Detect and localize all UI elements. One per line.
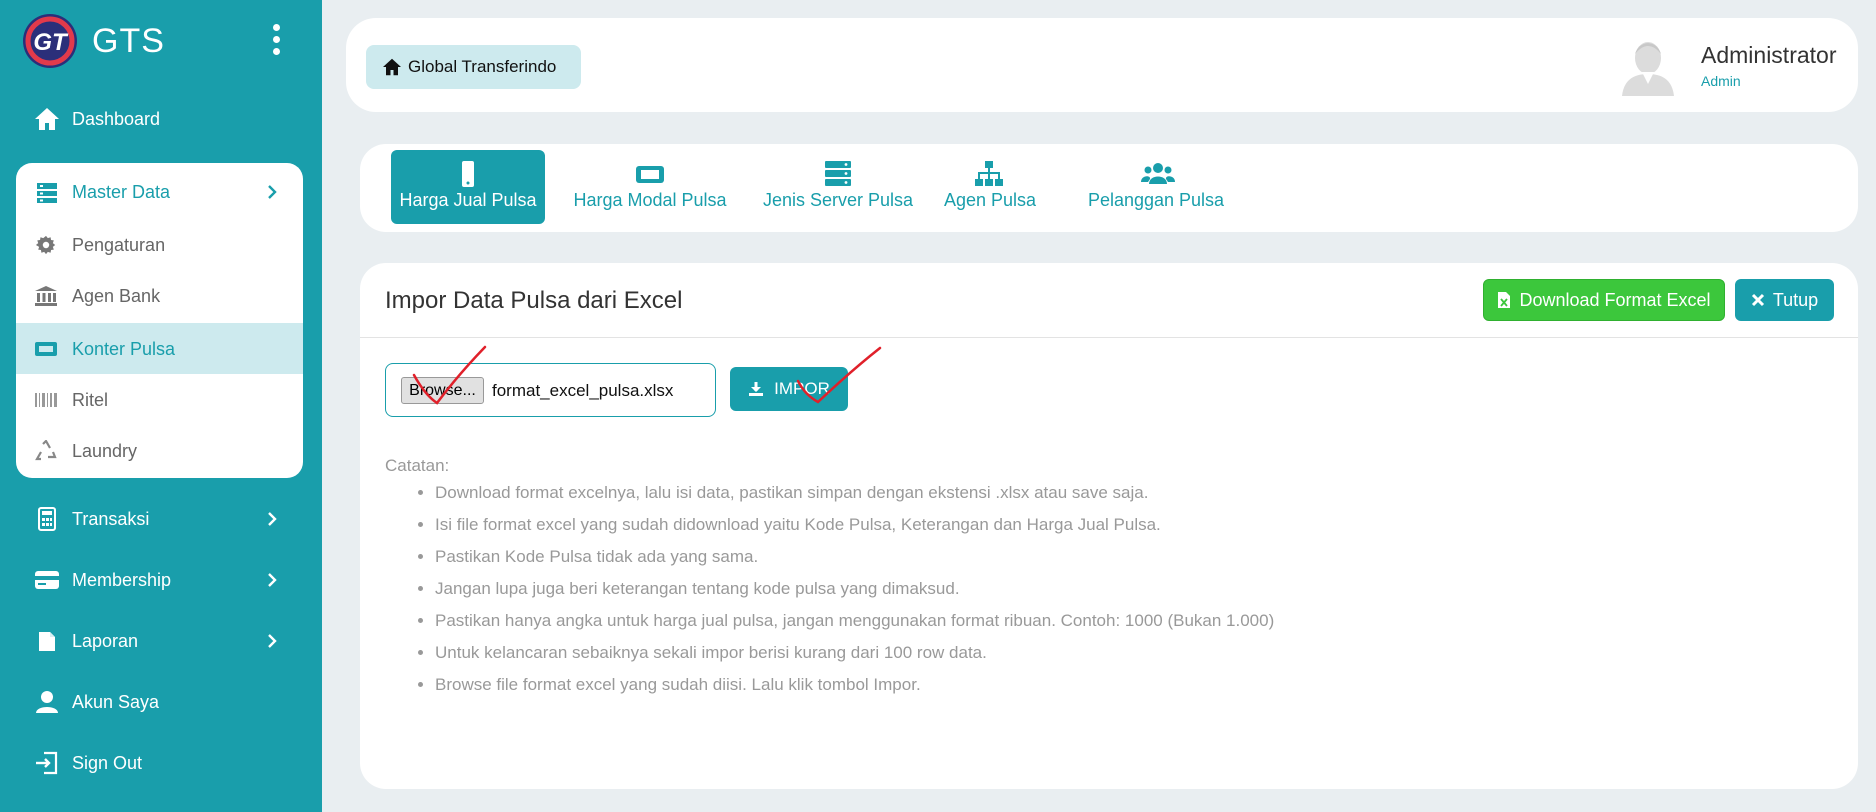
tab-label: Agen Pulsa — [944, 190, 1037, 210]
chevron-right-icon — [262, 570, 282, 590]
mobile-icon — [453, 160, 483, 188]
sidebar-item-laporan[interactable]: Laporan — [16, 616, 302, 666]
close-icon — [1751, 293, 1765, 307]
panel-title: Impor Data Pulsa dari Excel — [385, 287, 683, 314]
sign-out-icon — [34, 751, 60, 775]
book-icon — [34, 629, 60, 653]
file-excel-icon — [1497, 291, 1511, 309]
sidebar-item-label: Ritel — [72, 390, 109, 410]
list-item: Pastikan Kode Pulsa tidak ada yang sama. — [435, 541, 1274, 573]
sidebar-item-transaksi[interactable]: Transaksi — [16, 494, 302, 544]
recycle-icon — [34, 440, 58, 462]
chevron-right-icon — [262, 631, 282, 651]
sitemap-icon — [974, 160, 1004, 188]
sidebar-item-konter-pulsa[interactable]: Konter Pulsa — [16, 323, 303, 374]
sidebar-item-dashboard[interactable]: Dashboard — [16, 94, 302, 144]
ticket-icon — [635, 160, 665, 188]
chevron-right-icon — [262, 182, 282, 202]
import-panel: Impor Data Pulsa dari Excel Download For… — [360, 263, 1858, 789]
server-icon — [823, 160, 853, 188]
file-input[interactable]: Browse... format_excel_pulsa.xlsx — [385, 363, 716, 417]
sidebar-item-agen-bank[interactable]: Agen Bank — [16, 270, 303, 321]
list-item: Download format excelnya, lalu isi data,… — [435, 477, 1274, 509]
ticket-icon — [34, 338, 58, 360]
tab-pelanggan-pulsa[interactable]: Pelanggan Pulsa — [1086, 150, 1226, 224]
notes-title: Catatan: — [385, 456, 450, 475]
sidebar-item-laundry[interactable]: Laundry — [16, 425, 303, 476]
sidebar-item-label: Agen Bank — [72, 286, 161, 306]
gear-icon — [34, 234, 58, 256]
close-label: Tutup — [1772, 289, 1819, 310]
notes-list: Download format excelnya, lalu isi data,… — [385, 477, 1274, 701]
sidebar-item-label: Konter Pulsa — [72, 339, 176, 359]
tab-agen-pulsa[interactable]: Agen Pulsa — [944, 150, 1037, 224]
sidebar-item-label: Laundry — [72, 441, 138, 461]
breadcrumb[interactable]: Global Transferindo — [366, 45, 581, 89]
tab-label: Jenis Server Pulsa — [762, 190, 914, 210]
sidebar-item-pengaturan[interactable]: Pengaturan — [16, 219, 303, 270]
credit-card-icon — [34, 568, 60, 592]
sidebar-item-master-data[interactable]: Master Data — [16, 163, 303, 219]
browse-button[interactable]: Browse... — [401, 377, 484, 404]
selected-file-name: format_excel_pulsa.xlsx — [492, 381, 674, 400]
chevron-right-icon — [262, 509, 282, 529]
user-name: Administrator — [1701, 42, 1837, 68]
sidebar-item-label: Akun Saya — [72, 692, 160, 712]
sidebar-item-label: Transaksi — [72, 509, 150, 529]
close-button[interactable]: Tutup — [1735, 279, 1834, 321]
top-header: Global Transferindo Administrator Admin — [346, 18, 1858, 112]
user-role: Admin — [1701, 73, 1741, 89]
sidebar-item-label: Dashboard — [72, 109, 161, 129]
tab-label: Pelanggan Pulsa — [1087, 190, 1225, 210]
sidebar-item-akun-saya[interactable]: Akun Saya — [16, 677, 302, 727]
sidebar-item-sign-out[interactable]: Sign Out — [16, 738, 302, 788]
sidebar-item-membership[interactable]: Membership — [16, 555, 302, 605]
sidebar-item-label: Membership — [72, 570, 172, 590]
bank-icon — [34, 285, 58, 307]
sidebar-item-label: Master Data — [72, 182, 171, 202]
users-icon — [1141, 160, 1175, 188]
tab-jenis-server-pulsa[interactable]: Jenis Server Pulsa — [759, 150, 917, 224]
list-item: Untuk kelancaran sebaiknya sekali impor … — [435, 637, 1274, 669]
app-name: GTS — [92, 21, 165, 60]
sidebar-item-label: Sign Out — [72, 753, 143, 773]
list-item: Pastikan hanya angka untuk harga jual pu… — [435, 605, 1274, 637]
tab-label: Harga Jual Pulsa — [399, 190, 537, 210]
database-icon — [36, 182, 58, 204]
tab-harga-modal-pulsa[interactable]: Harga Modal Pulsa — [570, 150, 730, 224]
import-label: IMPOR — [774, 379, 830, 398]
tab-label: Harga Modal Pulsa — [573, 190, 727, 210]
kebab-menu-icon[interactable] — [266, 24, 286, 58]
brand[interactable]: GT GTS — [22, 13, 165, 69]
sidebar: GT GTS Dashboard Master Data Pengaturan — [0, 0, 322, 812]
list-item: Jangan lupa juga beri keterangan tentang… — [435, 573, 1274, 605]
list-item: Isi file format excel yang sudah didownl… — [435, 509, 1274, 541]
home-icon — [34, 107, 60, 131]
download-format-excel-button[interactable]: Download Format Excel — [1483, 279, 1725, 321]
svg-text:GT: GT — [33, 29, 69, 56]
master-data-submenu: Master Data Pengaturan Agen Bank Konter … — [16, 163, 303, 478]
sidebar-item-ritel[interactable]: Ritel — [16, 374, 303, 425]
import-button[interactable]: IMPOR — [730, 367, 848, 411]
user-icon — [34, 690, 60, 714]
barcode-icon — [34, 389, 58, 411]
divider — [360, 337, 1858, 338]
download-format-excel-label: Download Format Excel — [1519, 289, 1711, 310]
sidebar-item-label: Laporan — [72, 631, 139, 651]
home-icon — [382, 58, 402, 76]
gts-logo: GT — [23, 14, 77, 68]
tab-bar: Harga Jual Pulsa Harga Modal Pulsa Jenis… — [360, 144, 1858, 232]
tab-harga-jual-pulsa[interactable]: Harga Jual Pulsa — [391, 150, 545, 224]
list-item: Browse file format excel yang sudah diis… — [435, 669, 1274, 701]
calculator-icon — [34, 507, 60, 531]
breadcrumb-label: Global Transferindo — [408, 57, 557, 76]
download-icon — [748, 381, 764, 397]
avatar[interactable] — [1620, 36, 1676, 96]
sidebar-item-label: Pengaturan — [72, 235, 166, 255]
